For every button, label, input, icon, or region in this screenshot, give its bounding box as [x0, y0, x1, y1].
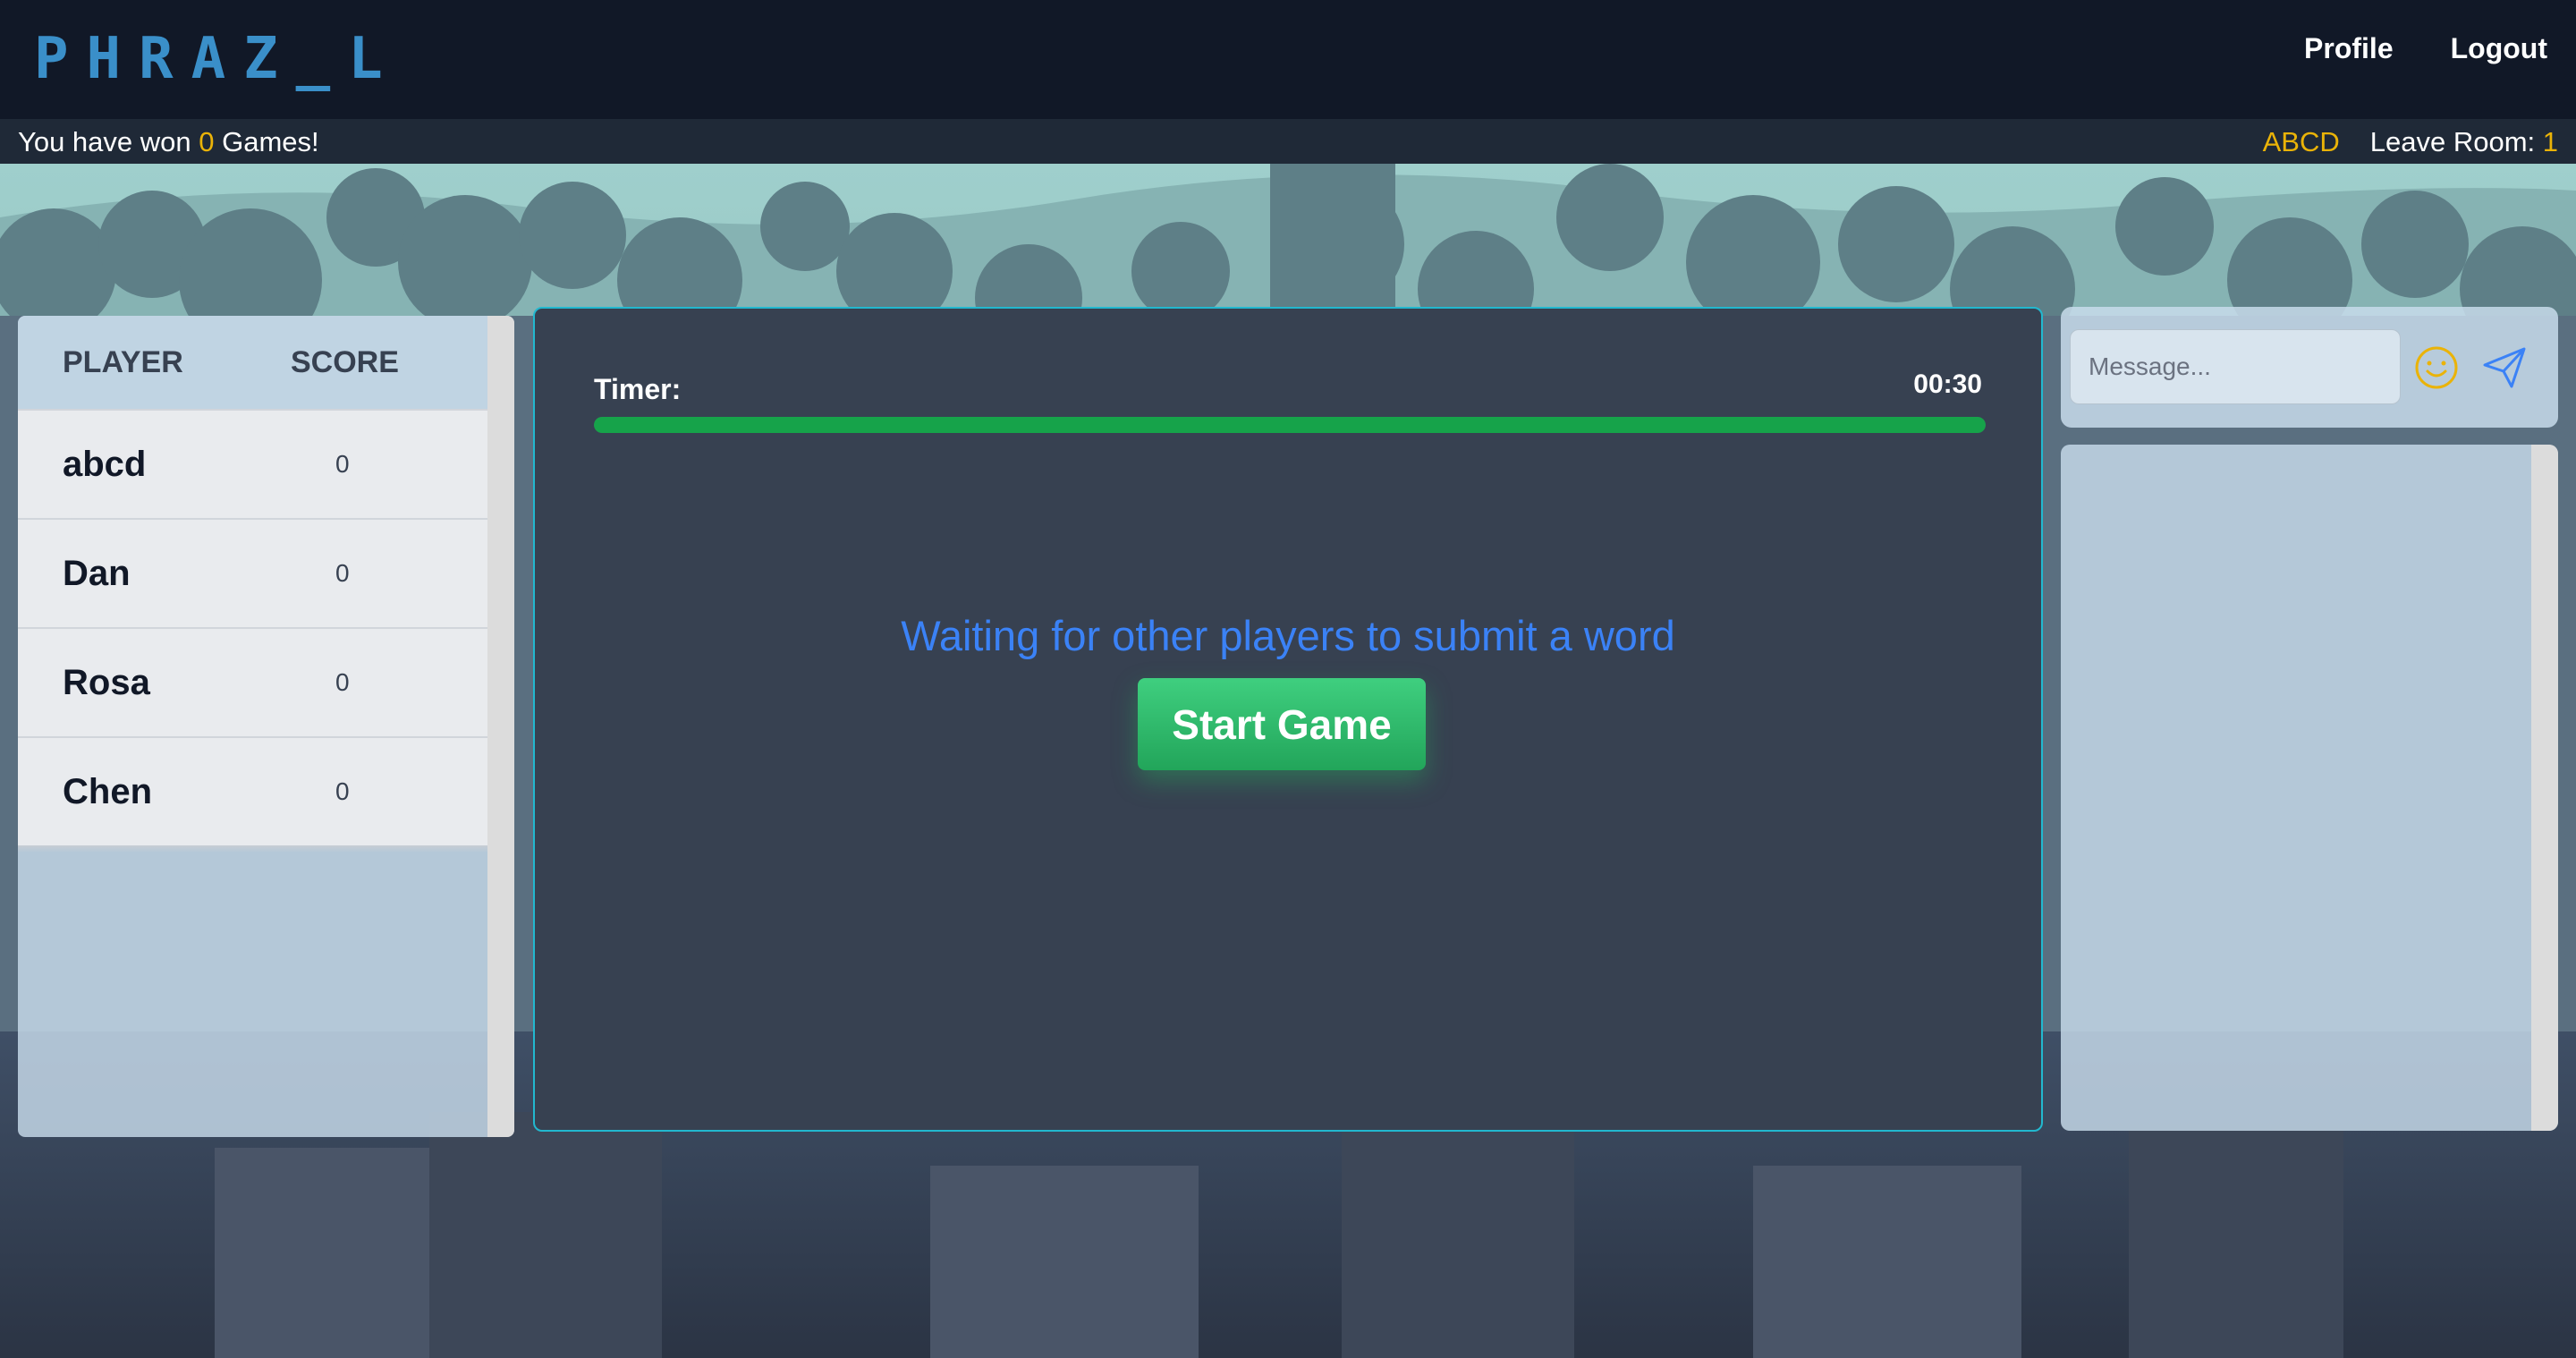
smiley-icon[interactable] [2412, 344, 2461, 392]
room-info: ABCD Leave Room: 1 [2263, 126, 2558, 158]
players-table: PLAYER SCORE abcd 0 Dan 0 Rosa 0 Chen 0 [18, 316, 487, 853]
timer-label: Timer: [594, 373, 682, 405]
player-column-header: PLAYER [63, 344, 183, 379]
nav-links: Profile Logout [2304, 32, 2547, 65]
players-panel: PLAYER SCORE abcd 0 Dan 0 Rosa 0 Chen 0 [18, 316, 514, 1137]
players-table-header: PLAYER SCORE [18, 316, 487, 409]
message-input[interactable] [2070, 329, 2401, 404]
logout-link[interactable]: Logout [2451, 32, 2547, 65]
score-column-header: SCORE [291, 344, 399, 379]
player-name: Rosa [63, 662, 150, 702]
timer-progress-track [594, 417, 1986, 433]
status-bar: You have won 0 Games! ABCD Leave Room: 1 [0, 119, 2576, 164]
paper-plane-icon-glyph [2483, 347, 2526, 388]
smiley-icon-glyph [2415, 346, 2458, 389]
leave-room-label: Leave Room: [2369, 126, 2543, 157]
start-game-button[interactable]: Start Game [1138, 678, 1426, 770]
player-score: 0 [335, 668, 350, 696]
room-code: ABCD [2262, 126, 2340, 157]
player-score: 0 [335, 559, 350, 587]
player-name: abcd [63, 444, 147, 484]
player-row: abcd 0 [18, 409, 487, 518]
player-row: Chen 0 [18, 736, 487, 845]
games-won-prefix: You have won [18, 126, 199, 157]
player-score: 0 [335, 777, 350, 805]
player-score: 0 [335, 450, 350, 478]
games-won-suffix: Games! [214, 126, 319, 157]
leave-room-count: 1 [2542, 126, 2558, 157]
chat-messages-area [2061, 445, 2558, 1131]
player-row: Rosa 0 [18, 627, 487, 736]
games-won-text: You have won 0 Games! [18, 126, 319, 158]
players-scrollbar[interactable] [487, 316, 514, 1137]
game-panel: Timer: 00:30 Waiting for other players t… [533, 307, 2043, 1132]
waiting-message: Waiting for other players to submit a wo… [901, 612, 1675, 659]
leave-room-button[interactable]: Leave Room: 1 [2370, 126, 2558, 158]
player-name: Chen [63, 771, 152, 811]
games-won-count: 0 [199, 126, 215, 157]
profile-link[interactable]: Profile [2304, 32, 2394, 65]
player-row: Dan 0 [18, 518, 487, 627]
top-navbar: PHRAZ_L Profile Logout [0, 0, 2576, 119]
app-logo[interactable]: PHRAZ_L [34, 26, 401, 92]
timer-value: 00:30 [1913, 369, 1982, 399]
table-shadow [18, 845, 487, 853]
player-name: Dan [63, 553, 131, 593]
chat-scrollbar[interactable] [2531, 445, 2558, 1131]
timer-progress-fill [594, 417, 1986, 433]
paper-plane-icon[interactable] [2479, 344, 2529, 392]
